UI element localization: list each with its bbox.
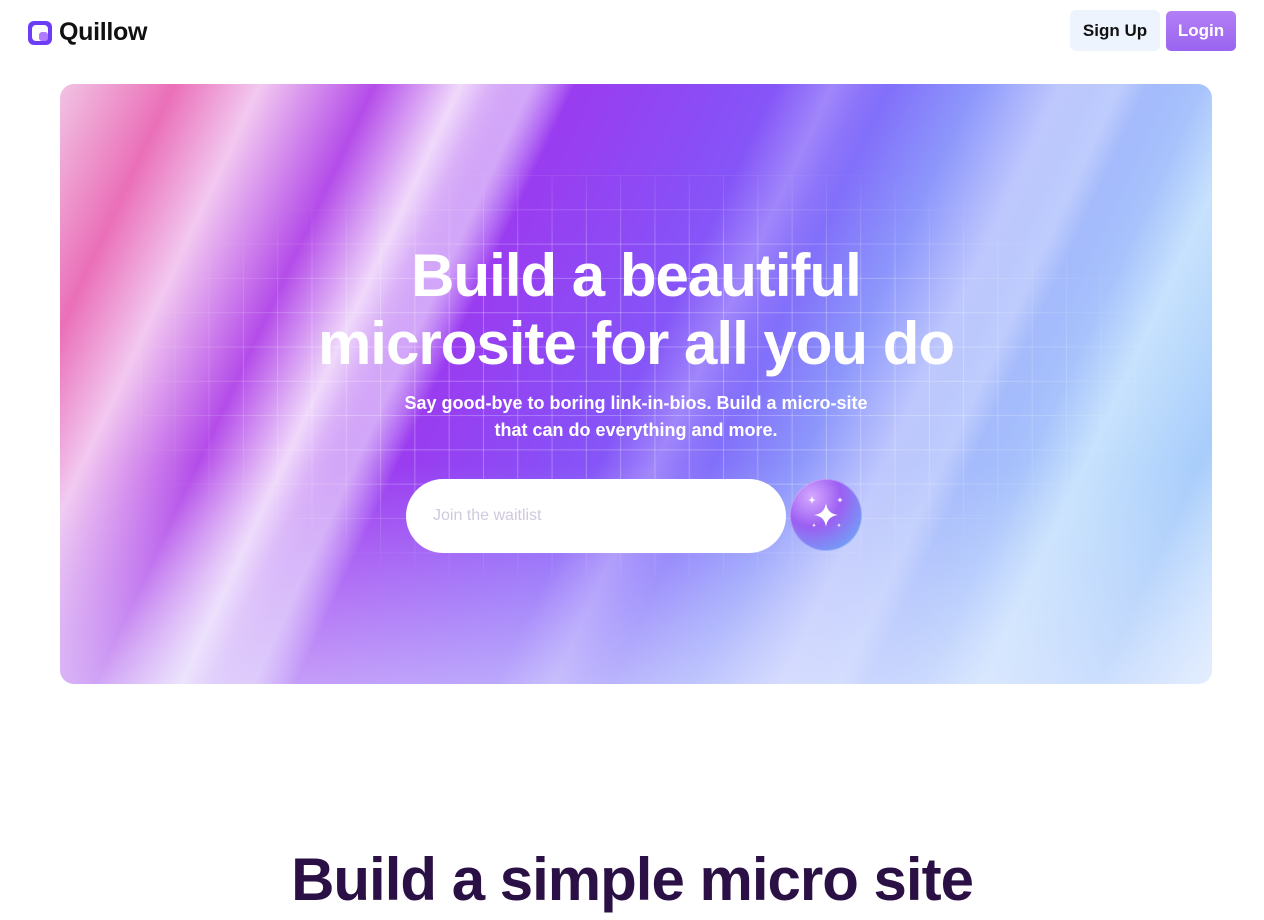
signup-button[interactable]: Sign Up bbox=[1070, 10, 1160, 51]
hero-subtitle-line-1: Say good-bye to boring link-in-bios. Bui… bbox=[404, 393, 868, 413]
hero-title-line-1: Build a beautiful bbox=[411, 242, 862, 309]
login-button[interactable]: Login bbox=[1166, 11, 1236, 51]
hero-banner: Build a beautiful microsite for all you … bbox=[60, 84, 1212, 684]
section-title: Build a simple micro site bbox=[291, 846, 974, 913]
brand-name: Quillow bbox=[59, 18, 148, 46]
hero-title: Build a beautiful microsite for all you … bbox=[60, 242, 1212, 378]
site-header: Quillow Sign Up Login bbox=[0, 0, 1264, 62]
quillow-logo-icon bbox=[28, 20, 52, 45]
waitlist-submit-button[interactable] bbox=[790, 479, 862, 551]
sparkle-icon bbox=[808, 496, 843, 528]
brand-logo[interactable]: Quillow bbox=[28, 18, 147, 47]
hero-title-line-2: microsite for all you do bbox=[317, 310, 955, 377]
waitlist-email-input[interactable] bbox=[406, 479, 786, 553]
hero-subtitle: Say good-bye to boring link-in-bios. Bui… bbox=[386, 390, 886, 444]
hero-subtitle-line-2: that can do everything and more. bbox=[494, 420, 778, 440]
